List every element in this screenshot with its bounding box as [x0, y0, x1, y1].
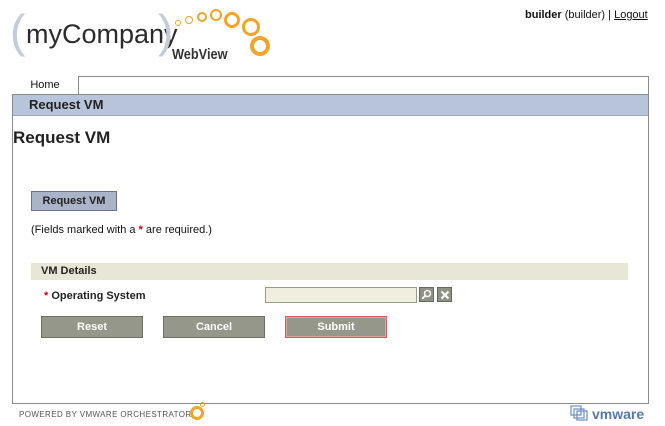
request-vm-tab-button[interactable]: Request VM [31, 191, 117, 211]
page-title: Request VM [13, 128, 111, 147]
search-icon [421, 289, 432, 300]
operating-system-input[interactable] [265, 287, 417, 303]
required-fields-note: (Fields marked with a * are required.) [31, 224, 212, 236]
separator: | [608, 9, 612, 21]
operating-system-label-text: Operating System [51, 290, 146, 302]
close-icon [440, 290, 449, 299]
orchestrator-ring-icon [190, 402, 205, 420]
logo-paren-open: ( [10, 5, 26, 57]
vmware-logo-text: vmware [592, 406, 645, 422]
search-button[interactable] [419, 287, 434, 302]
cancel-button[interactable]: Cancel [163, 316, 265, 338]
user-role: (builder) [564, 9, 606, 21]
clear-button[interactable] [437, 287, 452, 302]
required-note-prefix: (Fields marked with a [31, 224, 139, 236]
user-name: builder [525, 9, 562, 21]
field-required-star: * [44, 290, 49, 302]
content-frame [12, 76, 649, 404]
required-note-suffix: are required.) [142, 224, 212, 236]
logo-brand-text: myCompany [26, 19, 178, 49]
vmware-logo-icon [570, 405, 588, 421]
company-logo: ( myCompany ) WebView [10, 6, 280, 66]
submit-button[interactable]: Submit [285, 316, 387, 338]
vm-details-section: VM Details [31, 263, 628, 280]
user-info: builder (builder) | Logout [525, 9, 648, 21]
powered-by-text: POWERED BY VMWARE ORCHESTRATOR [19, 410, 192, 419]
operating-system-label: * Operating System [44, 290, 145, 302]
reset-button[interactable]: Reset [41, 316, 143, 338]
logo-subtitle: WebView [172, 46, 228, 63]
logout-link[interactable]: Logout [614, 9, 648, 21]
tab-home[interactable]: Home [12, 76, 79, 94]
section-header-bar: Request VM [13, 94, 648, 116]
